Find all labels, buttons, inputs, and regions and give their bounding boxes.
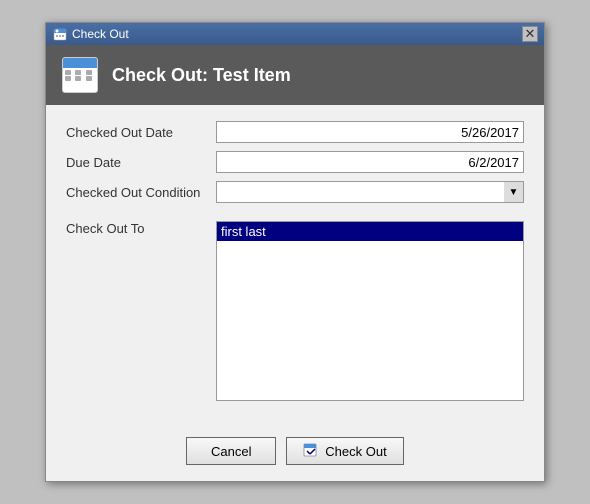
check-out-window: Check Out ✕ Check Out: Test Item — [45, 22, 545, 482]
header-icon — [60, 55, 100, 95]
form-body: Checked Out Date Due Date Checked Out Co… — [46, 105, 544, 429]
condition-select-wrapper: Good Fair Poor ▼ — [216, 181, 524, 203]
due-date-label: Due Date — [66, 155, 216, 170]
cancel-label: Cancel — [211, 444, 251, 459]
condition-select[interactable]: Good Fair Poor — [216, 181, 524, 203]
checked-out-condition-label: Checked Out Condition — [66, 185, 216, 200]
check-out-to-row: Check Out To first last — [66, 221, 524, 401]
check-out-to-label: Check Out To — [66, 221, 216, 236]
checked-out-date-label: Checked Out Date — [66, 125, 216, 140]
window-icon — [52, 26, 68, 42]
due-date-input[interactable] — [216, 151, 524, 173]
close-icon: ✕ — [525, 26, 536, 42]
check-out-icon — [303, 442, 319, 461]
header-bar: Check Out: Test Item — [46, 45, 544, 105]
check-out-label: Check Out — [325, 444, 386, 459]
title-bar: Check Out ✕ — [46, 23, 544, 45]
calendar-icon — [62, 57, 98, 93]
title-bar-left: Check Out — [52, 26, 129, 42]
check-out-to-list[interactable]: first last — [216, 221, 524, 401]
button-row: Cancel Check Out — [46, 429, 544, 481]
checked-out-condition-row: Checked Out Condition Good Fair Poor ▼ — [66, 181, 524, 203]
title-bar-text: Check Out — [72, 27, 129, 41]
close-button[interactable]: ✕ — [522, 26, 538, 42]
header-title: Check Out: Test Item — [112, 65, 291, 86]
checked-out-date-input[interactable] — [216, 121, 524, 143]
selected-person[interactable]: first last — [217, 222, 523, 241]
check-out-button[interactable]: Check Out — [286, 437, 403, 465]
checked-out-date-row: Checked Out Date — [66, 121, 524, 143]
cancel-button[interactable]: Cancel — [186, 437, 276, 465]
due-date-row: Due Date — [66, 151, 524, 173]
